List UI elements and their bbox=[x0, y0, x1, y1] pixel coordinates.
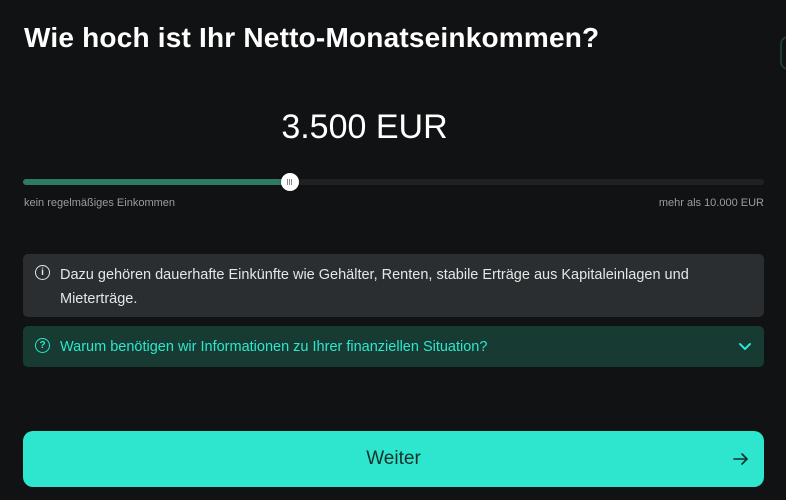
slider-max-label: mehr als 10.000 EUR bbox=[658, 197, 764, 209]
info-box: i Dazu gehören dauerhafte Einkünfte wie … bbox=[23, 254, 764, 317]
page-title: Wie hoch ist Ihr Netto-Monatseinkommen? bbox=[24, 22, 600, 53]
side-panel-edge bbox=[780, 36, 786, 70]
faq-label[interactable]: Warum benötigen wir Informationen zu Ihr… bbox=[60, 339, 487, 355]
income-question-page: Wie hoch ist Ihr Netto-Monatseinkommen? … bbox=[0, 0, 786, 500]
income-slider[interactable] bbox=[23, 170, 764, 194]
slider-min-label: kein regelmäßiges Einkommen bbox=[24, 197, 176, 209]
chevron-down-icon[interactable] bbox=[738, 340, 752, 352]
info-icon: i bbox=[35, 265, 50, 280]
question-icon: ? bbox=[35, 338, 50, 353]
arrow-right-icon bbox=[733, 453, 748, 465]
grip-icon bbox=[287, 179, 293, 185]
income-amount-display: 3.500 EUR bbox=[281, 108, 448, 146]
slider-thumb[interactable] bbox=[280, 173, 299, 191]
info-text: Dazu gehören dauerhafte Einkünfte wie Ge… bbox=[60, 267, 689, 307]
slider-fill bbox=[23, 179, 290, 185]
faq-accordion-toggle[interactable]: ? Warum benötigen wir Informationen zu I… bbox=[23, 326, 764, 367]
continue-button[interactable]: Weiter bbox=[23, 431, 764, 487]
continue-button-label[interactable]: Weiter bbox=[366, 448, 421, 470]
